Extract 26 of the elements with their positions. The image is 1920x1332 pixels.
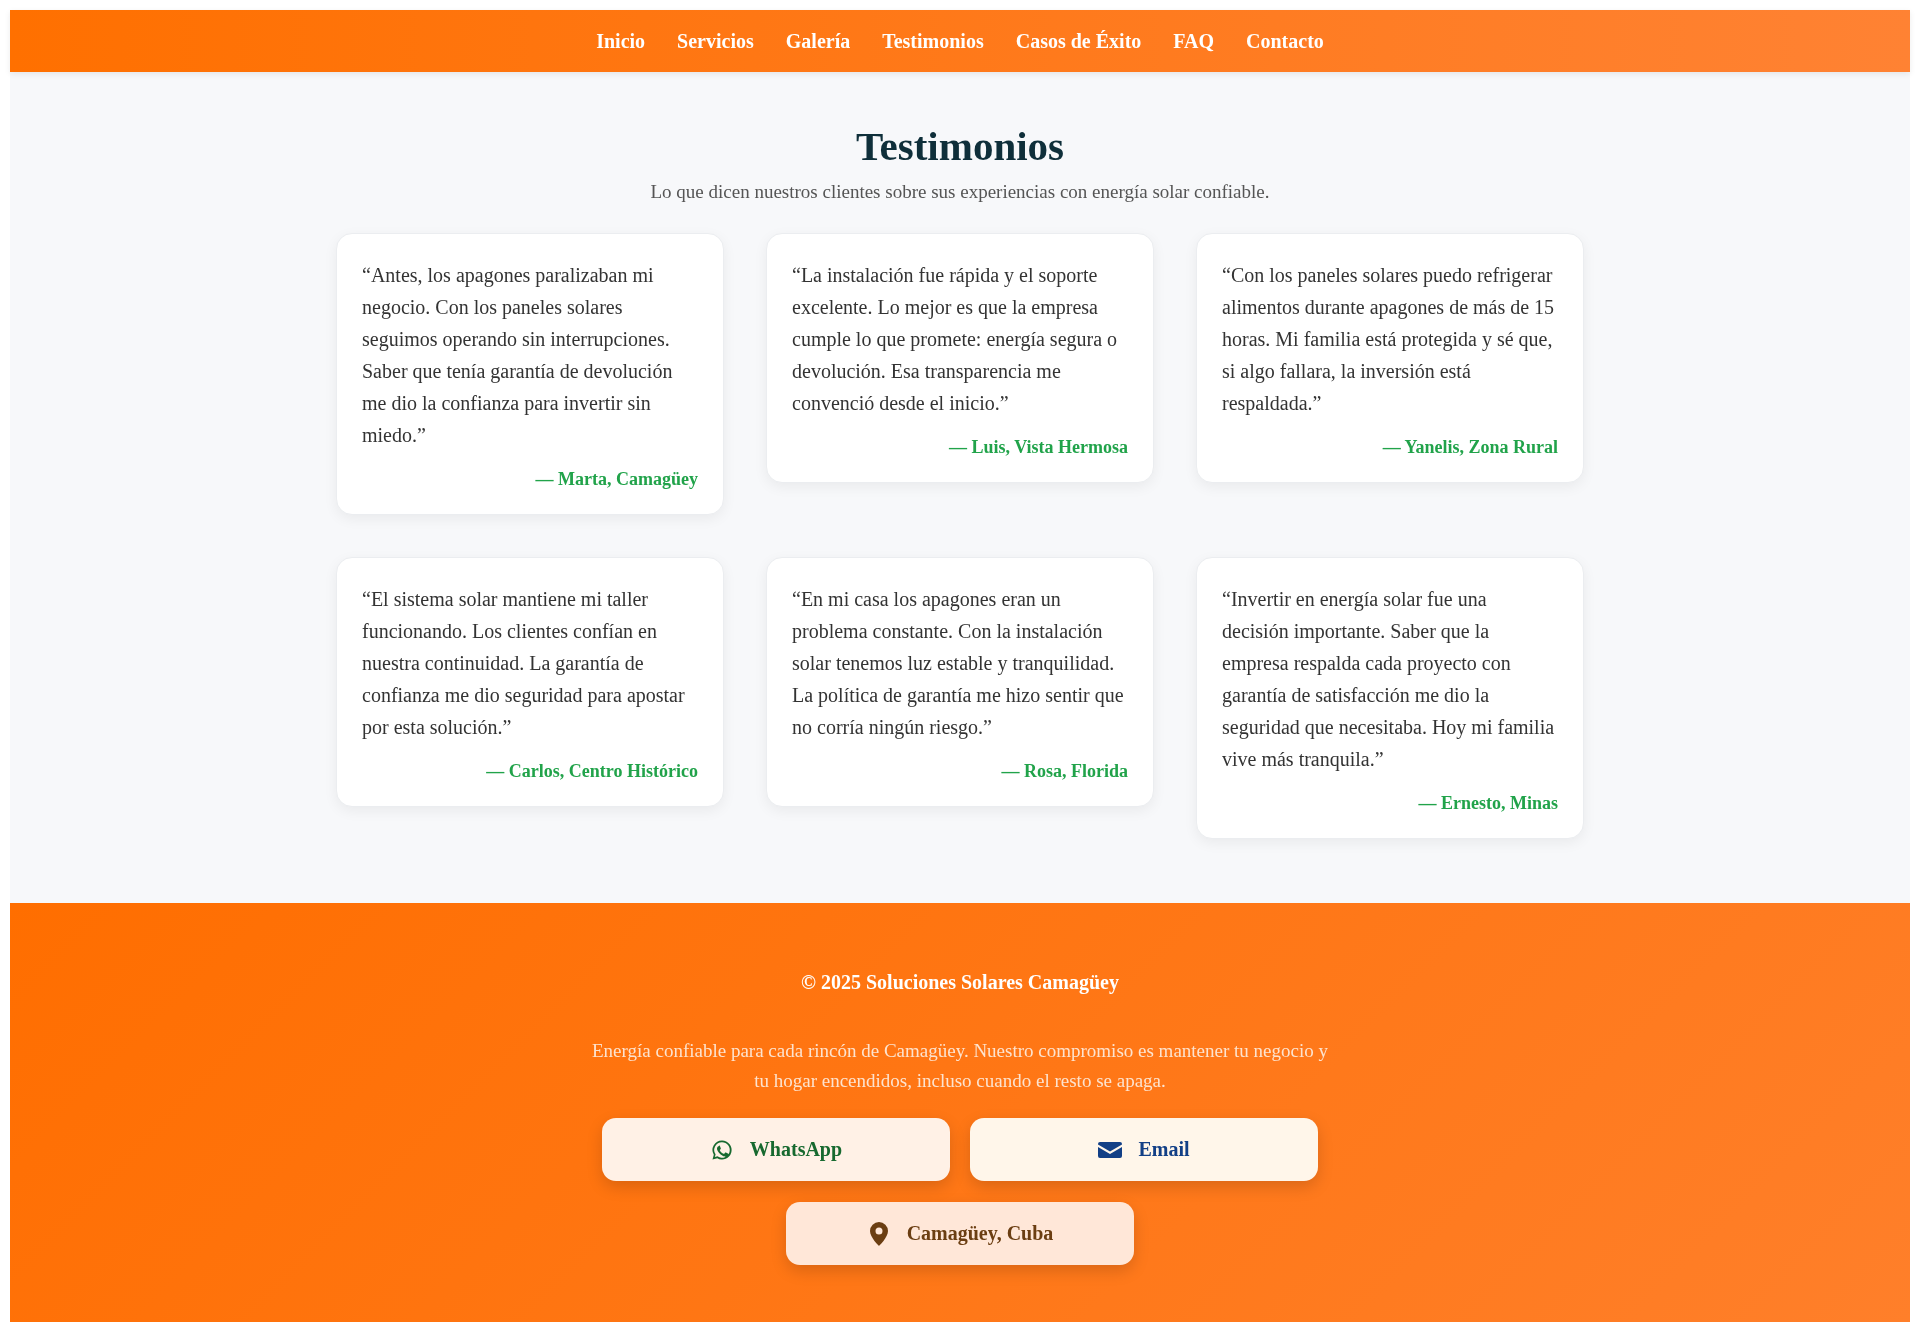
- testimonial-quote: “En mi casa los apagones eran un problema constante. Con la instalación solar tenemos luz estable y tranquilidad. La política de garantía me hizo sentir que no corría ningún riesgo.”: [792, 587, 1125, 741]
- footer-text: Energía confiable para cada rincón de Camagüey. Nuestro compromiso es mantener tu negocio y tu hogar encendidos, incluso cuando el resto se apaga.: [591, 1039, 1329, 1093]
- section-title: Testimonios: [855, 122, 1065, 171]
- testimonial-quote: “Invertir en energía solar fue una decisión importante. Saber que la empresa respalda cada proyecto con garantía de satisfacción me dio la seguridad que necesitaba. Hoy mi familia vive más tranquila.”: [1222, 587, 1556, 773]
- contact-button[interactable]: Email: [970, 1118, 1318, 1181]
- testimonial-author: — Yanelis, Zona Rural: [1382, 437, 1558, 459]
- nav-link[interactable]: Casos de Éxito: [1015, 29, 1142, 53]
- nav-link[interactable]: FAQ: [1173, 29, 1215, 53]
- copyright-text: © 2025 Soluciones Solares Camagüey: [801, 971, 1119, 994]
- contact-button[interactable]: Camagüey, Cuba: [786, 1202, 1134, 1265]
- contact-button[interactable]: WhatsApp: [602, 1118, 950, 1181]
- nav-link[interactable]: Servicios: [677, 29, 754, 53]
- testimonial-quote: “Antes, los apagones paralizaban mi negocio. Con los paneles solares seguimos operando sin interrupciones. Saber que tenía garantía de devolución me dio la confianza para invertir sin miedo.”: [362, 263, 674, 449]
- nav-link[interactable]: Testimonios: [882, 29, 984, 53]
- testimonial-author: — Marta, Camagüey: [535, 469, 698, 491]
- testimonial-author: — Carlos, Centro Histórico: [486, 761, 698, 783]
- testimonial-quote: “La instalación fue rápida y el soporte excelente. Lo mejor es que la empresa cumple lo que promete: energía segura o devolución. Esa transparencia me convenció desde el inicio.”: [792, 263, 1119, 417]
- nav-link[interactable]: Inicio: [596, 29, 646, 53]
- nav-link[interactable]: Galería: [785, 29, 851, 53]
- testimonial-author: — Luis, Vista Hermosa: [949, 437, 1128, 459]
- nav-link[interactable]: Contacto: [1246, 29, 1324, 53]
- testimonial-author: — Rosa, Florida: [1001, 761, 1128, 783]
- testimonial-author: — Ernesto, Minas: [1418, 793, 1558, 815]
- testimonial-quote: “Con los paneles solares puedo refrigerar alimentos durante apagones de más de 15 horas. Mi familia está protegida y sé que, si algo fallara, la inversión está respaldada.”: [1222, 263, 1556, 417]
- testimonial-quote: “El sistema solar mantiene mi taller funcionando. Los clientes confían en nuestra continuidad. La garantía de confianza me dio seguridad para apostar por esta solución.”: [362, 587, 686, 741]
- section-subtitle: Lo que dicen nuestros clientes sobre sus experiencias con energía solar confiable.: [650, 181, 1270, 204]
